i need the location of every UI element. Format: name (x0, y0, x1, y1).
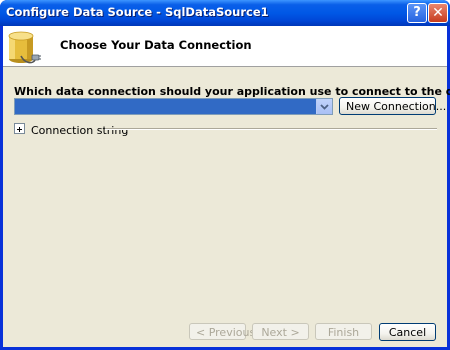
window-title: Configure Data Source - SqlDataSource1 (6, 5, 269, 19)
dropdown-arrow-button[interactable] (316, 99, 332, 114)
connection-string-label: Connection string (31, 124, 129, 137)
section-divider (105, 128, 437, 130)
title-bar[interactable]: Configure Data Source - SqlDataSource1 ?… (0, 0, 450, 26)
plus-icon (17, 127, 22, 132)
dialog-window: Configure Data Source - SqlDataSource1 ?… (0, 0, 450, 350)
cancel-button[interactable]: Cancel (379, 323, 436, 341)
wizard-header: Choose Your Data Connection (3, 26, 447, 67)
new-connection-button[interactable]: New Connection... (339, 97, 446, 115)
finish-button[interactable]: Finish (315, 323, 372, 340)
chevron-down-icon (320, 104, 329, 110)
next-button[interactable]: Next > (252, 323, 309, 340)
dialog-body: Choose Your Data Connection Which data c… (3, 26, 450, 347)
database-plug-icon (8, 31, 41, 64)
connection-string-expander[interactable] (14, 123, 25, 134)
close-button[interactable]: ✕ (428, 3, 448, 23)
connection-dropdown[interactable] (14, 98, 333, 115)
page-title: Choose Your Data Connection (60, 38, 252, 52)
previous-button[interactable]: < Previous (189, 323, 255, 340)
help-button[interactable]: ? (407, 3, 427, 23)
